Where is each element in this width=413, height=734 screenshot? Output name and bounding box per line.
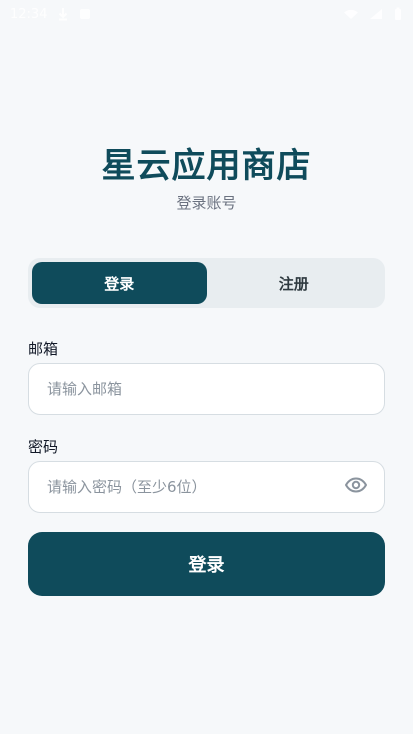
- eye-icon: [344, 477, 367, 497]
- download-icon: [57, 7, 69, 21]
- tab-register[interactable]: 注册: [207, 262, 382, 304]
- storage-icon: [79, 8, 91, 20]
- page-title: 星云应用商店: [101, 146, 312, 186]
- email-input[interactable]: [45, 379, 368, 399]
- tab-login-label: 登录: [104, 274, 135, 293]
- auth-tabs: 登录 注册: [28, 258, 385, 308]
- password-input[interactable]: [45, 477, 336, 497]
- status-bar: 12:34: [0, 0, 413, 28]
- status-left: 12:34: [10, 7, 91, 22]
- password-field: [28, 461, 385, 513]
- battery-icon: [393, 7, 403, 21]
- status-right: [343, 7, 403, 21]
- signal-icon: [369, 8, 383, 20]
- tab-login[interactable]: 登录: [32, 262, 207, 304]
- wifi-icon: [343, 8, 359, 20]
- email-label: 邮箱: [28, 340, 59, 358]
- password-label: 密码: [28, 438, 59, 456]
- tab-register-label: 注册: [278, 274, 309, 293]
- status-time: 12:34: [10, 6, 48, 22]
- email-field: [28, 363, 385, 415]
- login-button[interactable]: 登录: [28, 532, 385, 596]
- page-subtitle: 登录账号: [176, 194, 237, 212]
- show-password-button[interactable]: [343, 473, 368, 501]
